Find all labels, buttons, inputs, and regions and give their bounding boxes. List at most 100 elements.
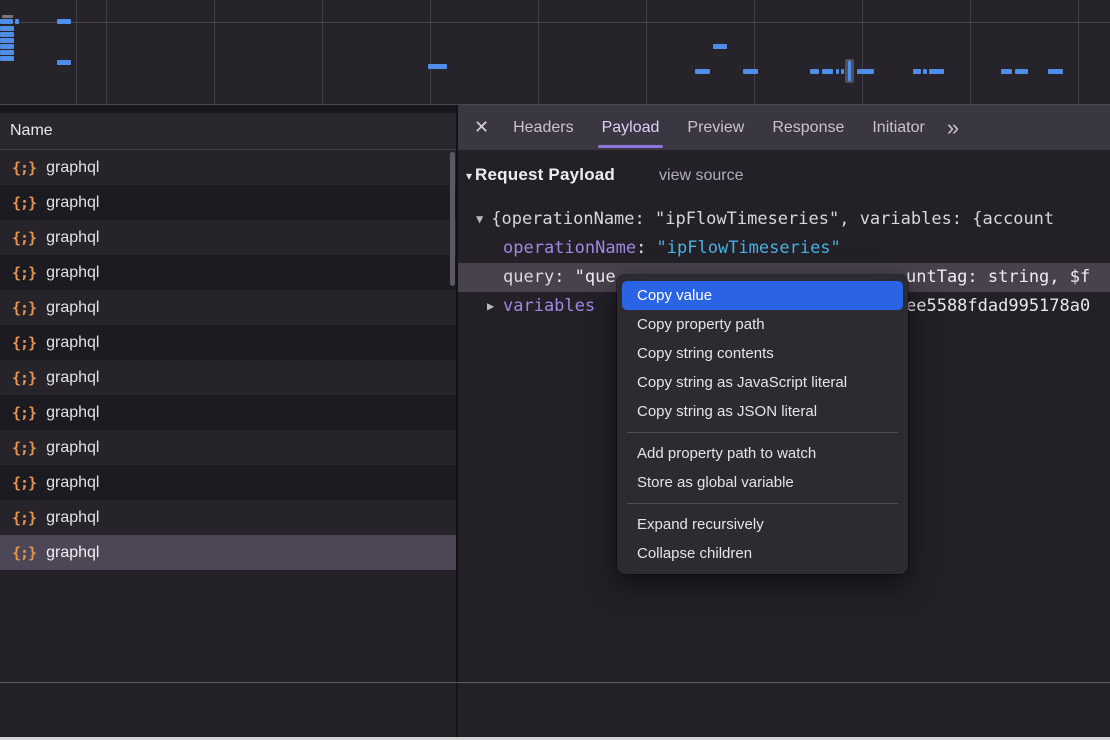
request-name: graphql [46,194,99,212]
request-name: graphql [46,369,99,387]
request-list[interactable]: {;} graphql {;} graphql {;} graphql {;} graphql… [0,150,456,682]
json-braces-icon: {;} [12,474,36,492]
tab-preview[interactable]: Preview [673,105,758,150]
json-braces-icon: {;} [12,439,36,457]
request-payload-header: ▾ Request Payload view source [466,165,744,185]
menu-item-collapse-children[interactable]: Collapse children [622,539,903,568]
footer-divider [0,682,1110,683]
menu-item-copy-property-path[interactable]: Copy property path [622,310,903,339]
list-scrollbar-thumb[interactable] [450,152,455,286]
request-row[interactable]: {;} graphql [0,325,456,360]
collapse-caret-icon[interactable]: ▾ [466,169,472,183]
overview-request-bar[interactable] [713,44,727,49]
request-row[interactable]: {;}graphql [0,395,456,430]
request-name: graphql [46,509,99,527]
menu-item-expand-recursively[interactable]: Expand recursively [622,510,903,539]
devtools-window: Name {;}graphql{;}graphql{;}graphql{;}gr… [0,0,1110,740]
tab-headers[interactable]: Headers [499,105,587,150]
overview-request-bar[interactable] [0,38,14,43]
overview-request-bar[interactable] [1048,69,1063,74]
property-value-right: untTag: string, $f [906,263,1090,292]
overview-request-bar[interactable] [0,50,14,55]
overview-request-bar[interactable] [857,69,874,74]
overview-request-bar[interactable] [923,69,927,74]
overview-request-bar[interactable] [428,64,447,69]
menu-item-copy-string-contents[interactable]: Copy string contents [622,339,903,368]
menu-separator [627,503,898,504]
request-name: graphql [46,229,99,247]
expand-caret-icon[interactable]: ▶ [487,292,494,321]
context-menu: Copy valueCopy property pathCopy string … [617,275,908,574]
json-braces-icon: {;} [12,264,36,282]
overview-request-bar[interactable] [2,15,13,18]
menu-separator [627,432,898,433]
overview-request-bar[interactable] [743,69,758,74]
tab-payload[interactable]: Payload [588,105,674,150]
overview-request-bar[interactable] [1015,69,1028,74]
json-braces-icon: {;} [12,334,36,352]
json-braces-icon: {;} [12,369,36,387]
menu-item-store-as-global-variable[interactable]: Store as global variable [622,468,903,497]
request-row[interactable]: {;} graphql [0,360,456,395]
payload-root-preview: {operationName: "ipFlowTimeseries", vari… [491,209,1054,229]
json-braces-icon: {;} [12,159,36,177]
json-braces-icon: {;} [12,544,36,562]
tab-strip: HeadersPayloadPreviewResponseInitiator [499,105,939,150]
request-payload-title: Request Payload [475,165,615,185]
request-row[interactable]: {;} graphql [0,535,456,570]
overview-request-bar[interactable] [810,69,819,74]
overview-request-bar[interactable] [15,19,19,24]
close-icon[interactable]: ✕ [474,105,489,150]
request-row[interactable]: {;}graphql [0,465,456,500]
detail-tab-bar: ✕ HeadersPayloadPreviewResponseInitiator… [458,105,1110,150]
overview-request-bar[interactable] [57,19,71,24]
property-value-right: ee5588fdad995178a0 [906,292,1090,321]
request-name: graphql [46,299,99,317]
overview-request-bar[interactable] [836,69,839,74]
overview-request-bar[interactable] [0,56,14,61]
network-overview[interactable] [0,0,1110,105]
request-name: graphql [46,404,99,422]
overview-request-bar[interactable] [913,69,921,74]
json-braces-icon: {;} [12,229,36,247]
menu-item-copy-string-as-json-literal[interactable]: Copy string as JSON literal [622,397,903,426]
request-name: graphql [46,264,99,282]
tab-response[interactable]: Response [758,105,858,150]
overview-request-bar[interactable] [0,32,14,37]
overview-request-bar[interactable] [841,69,844,74]
request-name: graphql [46,159,99,177]
name-column-header[interactable]: Name [0,113,456,150]
tab-initiator[interactable]: Initiator [858,105,938,150]
request-name: graphql [46,439,99,457]
overview-request-bar[interactable] [1001,69,1012,74]
overview-request-bar[interactable] [0,26,14,31]
menu-item-copy-value[interactable]: Copy value [622,281,903,310]
request-row[interactable]: {;} graphql [0,430,456,465]
json-braces-icon: {;} [12,509,36,527]
overview-request-bar[interactable] [822,69,833,74]
colon: : [554,267,574,287]
overview-request-bar[interactable] [0,19,13,24]
expand-caret-icon[interactable]: ▼ [476,205,483,234]
overview-selected-marker[interactable] [845,59,854,83]
more-tabs-icon[interactable]: » [947,105,959,150]
request-row[interactable]: {;}graphql [0,290,456,325]
request-row[interactable]: {;} graphql [0,220,456,255]
request-name: graphql [46,544,99,562]
request-name: graphql [46,334,99,352]
request-row[interactable]: {;} graphql [0,255,456,290]
payload-root-row[interactable]: ▼ {operationName: "ipFlowTimeseries", var… [458,205,1110,234]
payload-row-operationname[interactable]: operationName: "ipFlowTimeseries" [458,234,1110,263]
overview-request-bar[interactable] [929,69,944,74]
request-row[interactable]: {;}graphql [0,185,456,220]
panel-divider[interactable] [456,105,458,737]
menu-item-add-property-path-to-watch[interactable]: Add property path to watch [622,439,903,468]
overview-request-bar[interactable] [57,60,71,65]
request-row[interactable]: {;} graphql [0,150,456,185]
overview-request-bar[interactable] [695,69,710,74]
view-source-link[interactable]: view source [659,167,743,185]
property-key: query [503,267,554,287]
menu-item-copy-string-as-javascript-literal[interactable]: Copy string as JavaScript literal [622,368,903,397]
overview-request-bar[interactable] [0,44,14,49]
request-row[interactable]: {;} graphql [0,500,456,535]
